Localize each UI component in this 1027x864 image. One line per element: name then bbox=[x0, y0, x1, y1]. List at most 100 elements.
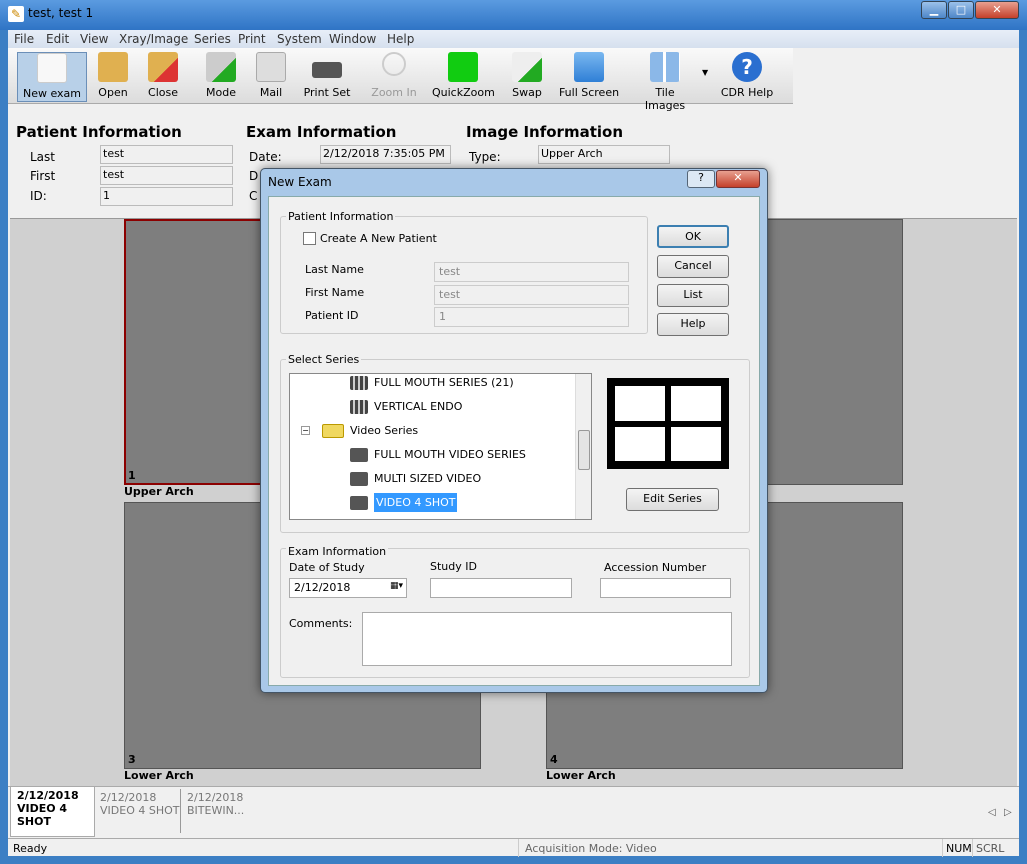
menu-system[interactable]: System bbox=[277, 32, 322, 46]
tab-scroll-right-icon[interactable]: ▷ bbox=[1004, 807, 1012, 818]
date-of-study-value: 2/12/2018 bbox=[294, 581, 351, 594]
menu-view[interactable]: View bbox=[80, 32, 108, 46]
status-bar: Ready Acquisition Mode: Video NUM SCRL bbox=[8, 838, 1019, 857]
menu-series[interactable]: Series bbox=[194, 32, 231, 46]
accession-number-input[interactable] bbox=[600, 578, 731, 598]
exam-info-heading: Exam Information bbox=[246, 123, 397, 141]
series-group-title: Select Series bbox=[286, 353, 362, 366]
type-label: Type: bbox=[469, 150, 501, 164]
type-field: Upper Arch bbox=[538, 145, 670, 164]
menu-help[interactable]: Help bbox=[387, 32, 414, 46]
dialog-close-button[interactable]: ✕ bbox=[716, 170, 760, 188]
full-screen-button[interactable]: Full Screen bbox=[558, 52, 620, 102]
first-field: test bbox=[100, 166, 233, 185]
status-text: Ready bbox=[13, 842, 48, 855]
new-exam-icon bbox=[37, 53, 67, 83]
tab-3-date: 2/12/2018 bbox=[187, 791, 244, 804]
study-id-label: Study ID bbox=[430, 560, 477, 573]
xray-series-icon bbox=[350, 400, 368, 414]
cancel-button[interactable]: Cancel bbox=[657, 255, 729, 278]
quickzoom-button[interactable]: QuickZoom bbox=[432, 52, 495, 102]
exam-tab-1[interactable]: 2/12/2018 VIDEO 4 SHOT bbox=[10, 787, 95, 837]
menu-window[interactable]: Window bbox=[329, 32, 376, 46]
series-tree[interactable]: FULL MOUTH SERIES (21) VERTICAL ENDO − V… bbox=[289, 373, 592, 520]
tree-item-multi-sized-video[interactable]: MULTI SIZED VIDEO bbox=[350, 468, 481, 492]
tree-label: FULL MOUTH VIDEO SERIES bbox=[374, 448, 526, 461]
date-of-study-picker[interactable]: 2/12/2018 ▦▾ bbox=[289, 578, 407, 598]
close-button[interactable]: ✕ bbox=[975, 1, 1019, 19]
last-field: test bbox=[100, 145, 233, 164]
tab-1-name: VIDEO 4 SHOT bbox=[17, 802, 68, 828]
create-new-patient-checkbox[interactable] bbox=[303, 232, 316, 245]
close-exam-button[interactable]: Close bbox=[142, 52, 184, 102]
list-button[interactable]: List bbox=[657, 284, 729, 307]
open-button[interactable]: Open bbox=[92, 52, 134, 102]
date-of-study-label: Date of Study bbox=[289, 561, 365, 574]
minimize-button[interactable]: ▁ bbox=[921, 1, 947, 19]
tree-item-vertical-endo[interactable]: VERTICAL ENDO bbox=[350, 396, 462, 420]
tree-item-video-series[interactable]: Video Series bbox=[322, 420, 418, 444]
tree-label: Video Series bbox=[350, 424, 419, 437]
new-exam-button[interactable]: New exam bbox=[17, 52, 87, 102]
mail-button[interactable]: Mail bbox=[253, 52, 289, 102]
print-set-label: Print Set bbox=[303, 86, 351, 99]
tile-images-button[interactable]: Tile Images bbox=[634, 52, 696, 112]
tab-scroll-left-icon[interactable]: ◁ bbox=[988, 807, 996, 818]
swap-button[interactable]: Swap bbox=[508, 52, 546, 102]
tile-images-label: Tile Images bbox=[644, 86, 686, 112]
ok-button[interactable]: OK bbox=[657, 225, 729, 248]
collapse-icon[interactable]: − bbox=[301, 426, 310, 435]
mode-label: Mode bbox=[206, 86, 236, 99]
panel-4-label: Lower Arch bbox=[546, 769, 616, 782]
quickzoom-icon bbox=[448, 52, 478, 82]
cdr-help-button[interactable]: ? CDR Help bbox=[718, 52, 776, 102]
full-screen-icon bbox=[574, 52, 604, 82]
tab-1-date: 2/12/2018 bbox=[17, 789, 79, 802]
first-name-input[interactable]: test bbox=[434, 285, 629, 305]
camera-icon bbox=[350, 496, 368, 510]
zoom-in-button[interactable]: Zoom In bbox=[371, 52, 417, 102]
dialog-help-button[interactable]: ? bbox=[687, 170, 715, 188]
scrollbar-thumb[interactable] bbox=[578, 430, 590, 470]
last-name-input[interactable]: test bbox=[434, 262, 629, 282]
menu-print[interactable]: Print bbox=[238, 32, 266, 46]
dialog-help-btn[interactable]: Help bbox=[657, 313, 729, 336]
camera-mode-icon bbox=[206, 52, 236, 82]
panel-1-label: Upper Arch bbox=[124, 485, 194, 498]
tile-dropdown-icon[interactable]: ▼ bbox=[702, 68, 708, 77]
tree-item-video-4-shot[interactable]: VIDEO 4 SHOT bbox=[350, 492, 458, 516]
menu-edit[interactable]: Edit bbox=[46, 32, 69, 46]
folder-icon bbox=[322, 424, 344, 438]
menu-file[interactable]: File bbox=[14, 32, 34, 46]
tree-item-full-mouth-series[interactable]: FULL MOUTH SERIES (21) bbox=[350, 374, 514, 396]
tree-scrollbar[interactable] bbox=[575, 374, 591, 519]
menu-xray-image[interactable]: Xray/Image bbox=[119, 32, 188, 46]
print-set-button[interactable]: Print Set bbox=[303, 52, 351, 102]
calendar-dropdown-icon[interactable]: ▦▾ bbox=[390, 581, 403, 591]
zoom-in-label: Zoom In bbox=[371, 86, 417, 99]
comments-label: Comments: bbox=[289, 617, 353, 630]
exam-c-label: C bbox=[249, 189, 258, 203]
tree-label: VERTICAL ENDO bbox=[374, 400, 463, 413]
dialog-title: New Exam bbox=[268, 175, 332, 189]
mail-icon bbox=[256, 52, 286, 82]
tree-item-full-mouth-video[interactable]: FULL MOUTH VIDEO SERIES bbox=[350, 444, 526, 468]
first-name-label: First Name bbox=[305, 286, 365, 299]
exam-tabs: 2/12/2018 VIDEO 4 SHOT 2/12/2018 VIDEO 4 S… bbox=[8, 786, 1019, 838]
patient-id-input[interactable]: 1 bbox=[434, 307, 629, 327]
edit-series-button[interactable]: Edit Series bbox=[626, 488, 719, 511]
date-field: 2/12/2018 7:35:05 PM bbox=[320, 145, 451, 164]
exam-tab-3[interactable]: 2/12/2018 BITEWIN... bbox=[180, 789, 250, 833]
mode-button[interactable]: Mode bbox=[200, 52, 242, 102]
tree-label-selected: VIDEO 4 SHOT bbox=[374, 493, 458, 512]
comments-textarea[interactable] bbox=[362, 612, 732, 666]
swap-label: Swap bbox=[512, 86, 542, 99]
id-field: 1 bbox=[100, 187, 233, 206]
num-lock-indicator: NUM bbox=[942, 839, 975, 857]
study-id-input[interactable] bbox=[430, 578, 572, 598]
tree-label: MULTI SIZED VIDEO bbox=[374, 472, 482, 485]
maximize-button[interactable]: □ bbox=[948, 1, 974, 19]
exam-tab-2[interactable]: 2/12/2018 VIDEO 4 SHOT bbox=[94, 789, 185, 819]
exam-group-title: Exam Information bbox=[286, 545, 389, 558]
mail-label: Mail bbox=[259, 86, 283, 99]
